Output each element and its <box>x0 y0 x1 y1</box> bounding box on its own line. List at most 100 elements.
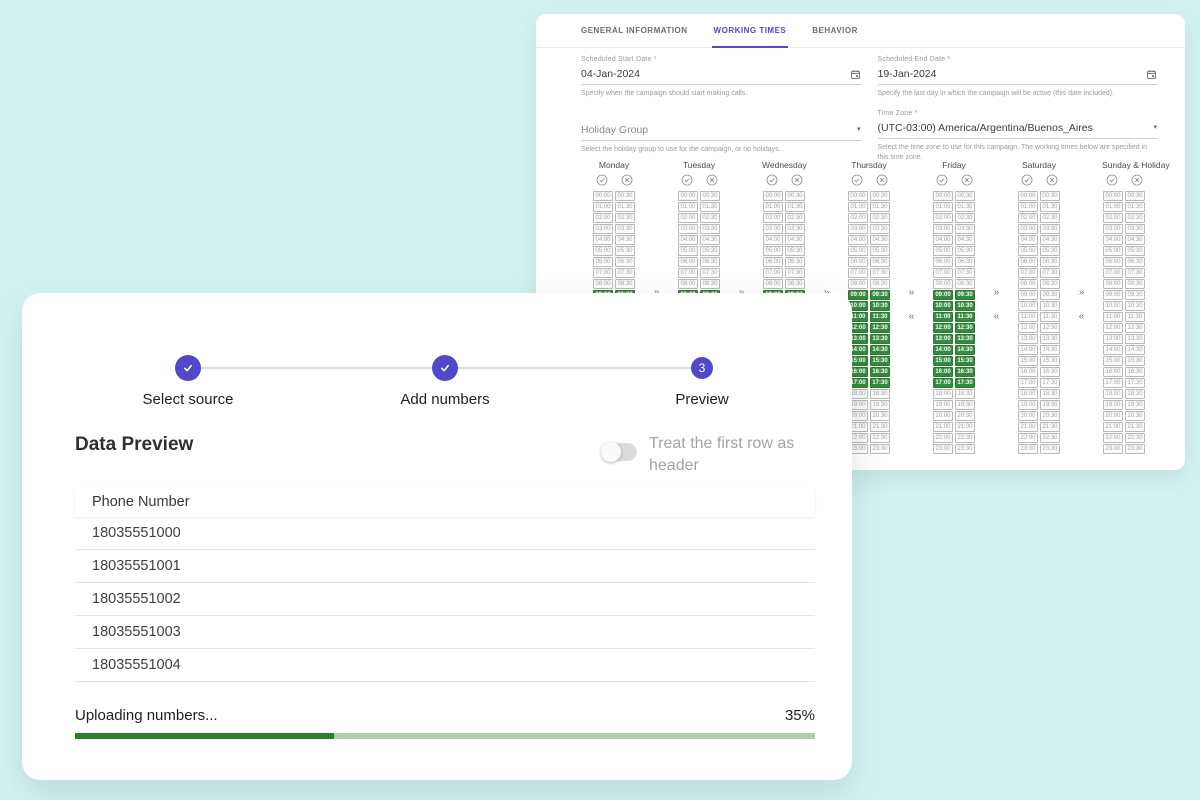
copy-to-next-day-icon[interactable]: » <box>994 288 1000 298</box>
time-slot[interactable]: 11:30 <box>955 312 975 322</box>
time-slot[interactable]: 17:30 <box>1040 378 1060 388</box>
time-slot[interactable]: 14:30 <box>955 345 975 355</box>
time-slot[interactable]: 02:00 <box>593 213 613 223</box>
time-slot[interactable]: 07:30 <box>785 268 805 278</box>
time-slot[interactable]: 14:00 <box>933 345 953 355</box>
time-slot[interactable]: 22:30 <box>1125 433 1145 443</box>
time-slot[interactable]: 17:30 <box>955 378 975 388</box>
time-slot[interactable]: 05:00 <box>763 246 783 256</box>
first-row-header-toggle[interactable] <box>603 443 637 461</box>
time-slot[interactable]: 22:30 <box>1040 433 1060 443</box>
time-slot[interactable]: 11:30 <box>1040 312 1060 322</box>
time-slot[interactable]: 02:30 <box>1125 213 1145 223</box>
clear-all-day-icon[interactable] <box>961 174 973 187</box>
time-slot[interactable]: 22:30 <box>955 433 975 443</box>
time-slot[interactable]: 00:30 <box>700 191 720 201</box>
time-slot[interactable]: 04:00 <box>1103 235 1123 245</box>
time-slot[interactable]: 10:30 <box>870 301 890 311</box>
time-slot[interactable]: 01:00 <box>593 202 613 212</box>
copy-to-previous-day-icon[interactable]: « <box>1079 312 1085 322</box>
time-slot[interactable]: 02:00 <box>1018 213 1038 223</box>
time-slot[interactable]: 06:00 <box>593 257 613 267</box>
time-slot[interactable]: 10:30 <box>1040 301 1060 311</box>
time-slot[interactable]: 06:00 <box>933 257 953 267</box>
time-slot[interactable]: 12:00 <box>1018 323 1038 333</box>
time-slot[interactable]: 21:00 <box>1018 422 1038 432</box>
select-all-day-icon[interactable] <box>596 174 608 187</box>
clear-all-day-icon[interactable] <box>1046 174 1058 187</box>
time-slot[interactable]: 03:00 <box>1018 224 1038 234</box>
time-slot[interactable]: 06:00 <box>1103 257 1123 267</box>
time-slot[interactable]: 03:30 <box>1125 224 1145 234</box>
time-slot[interactable]: 02:30 <box>615 213 635 223</box>
time-slot[interactable]: 10:00 <box>933 301 953 311</box>
time-slot[interactable]: 05:30 <box>700 246 720 256</box>
time-slot[interactable]: 04:00 <box>763 235 783 245</box>
time-slot[interactable]: 04:30 <box>870 235 890 245</box>
time-slot[interactable]: 01:00 <box>678 202 698 212</box>
time-slot[interactable]: 08:30 <box>1040 279 1060 289</box>
time-slot[interactable]: 05:00 <box>848 246 868 256</box>
clear-all-day-icon[interactable] <box>621 174 633 187</box>
time-slot[interactable]: 06:30 <box>615 257 635 267</box>
time-slot[interactable]: 05:00 <box>1018 246 1038 256</box>
time-slot[interactable]: 12:30 <box>1040 323 1060 333</box>
time-slot[interactable]: 22:30 <box>870 433 890 443</box>
time-slot[interactable]: 09:30 <box>1125 290 1145 300</box>
time-slot[interactable]: 11:00 <box>933 312 953 322</box>
time-slot[interactable]: 06:30 <box>955 257 975 267</box>
time-slot[interactable]: 13:00 <box>1018 334 1038 344</box>
time-slot[interactable]: 14:00 <box>1018 345 1038 355</box>
time-slot[interactable]: 15:30 <box>1040 356 1060 366</box>
time-slot[interactable]: 03:30 <box>1040 224 1060 234</box>
time-slot[interactable]: 15:00 <box>1103 356 1123 366</box>
time-slot[interactable]: 05:30 <box>955 246 975 256</box>
time-slot[interactable]: 19:00 <box>1018 400 1038 410</box>
select-all-day-icon[interactable] <box>1021 174 1033 187</box>
time-slot[interactable]: 18:30 <box>955 389 975 399</box>
time-slot[interactable]: 20:30 <box>1040 411 1060 421</box>
time-slot[interactable]: 01:30 <box>1040 202 1060 212</box>
time-slot[interactable]: 00:00 <box>678 191 698 201</box>
calendar-icon[interactable] <box>1146 69 1157 80</box>
time-slot[interactable]: 09:30 <box>955 290 975 300</box>
time-slot[interactable]: 05:00 <box>1103 246 1123 256</box>
time-slot[interactable]: 02:30 <box>870 213 890 223</box>
time-slot[interactable]: 06:30 <box>870 257 890 267</box>
time-slot[interactable]: 10:30 <box>955 301 975 311</box>
time-slot[interactable]: 19:30 <box>955 400 975 410</box>
time-slot[interactable]: 12:30 <box>955 323 975 333</box>
end-date-input[interactable]: 19-Jan-2024 <box>878 65 1158 85</box>
time-slot[interactable]: 03:00 <box>933 224 953 234</box>
tab-behavior[interactable]: BEHAVIOR <box>812 14 858 47</box>
time-slot[interactable]: 09:00 <box>1018 290 1038 300</box>
time-slot[interactable]: 19:30 <box>1040 400 1060 410</box>
time-slot[interactable]: 23:00 <box>1018 444 1038 454</box>
time-zone-select[interactable]: (UTC-03:00) America/Argentina/Buenos_Air… <box>878 119 1158 139</box>
holiday-group-select[interactable]: Holiday Group ▾ <box>581 121 861 141</box>
time-slot[interactable]: 21:00 <box>933 422 953 432</box>
time-slot[interactable]: 14:30 <box>1125 345 1145 355</box>
time-slot[interactable]: 16:30 <box>870 367 890 377</box>
time-slot[interactable]: 18:00 <box>1103 389 1123 399</box>
time-slot[interactable]: 01:30 <box>870 202 890 212</box>
time-slot[interactable]: 03:00 <box>1103 224 1123 234</box>
time-slot[interactable]: 03:00 <box>593 224 613 234</box>
time-slot[interactable]: 12:00 <box>933 323 953 333</box>
time-slot[interactable]: 12:30 <box>1125 323 1145 333</box>
time-slot[interactable]: 01:30 <box>1125 202 1145 212</box>
time-slot[interactable]: 00:30 <box>1040 191 1060 201</box>
time-slot[interactable]: 07:00 <box>763 268 783 278</box>
time-slot[interactable]: 04:00 <box>848 235 868 245</box>
time-slot[interactable]: 05:00 <box>593 246 613 256</box>
time-slot[interactable]: 02:30 <box>1040 213 1060 223</box>
time-slot[interactable]: 04:30 <box>1040 235 1060 245</box>
time-slot[interactable]: 18:30 <box>870 389 890 399</box>
time-slot[interactable]: 02:30 <box>785 213 805 223</box>
time-slot[interactable]: 17:00 <box>1103 378 1123 388</box>
time-slot[interactable]: 04:30 <box>955 235 975 245</box>
time-slot[interactable]: 12:00 <box>1103 323 1123 333</box>
time-slot[interactable]: 07:30 <box>615 268 635 278</box>
start-date-input[interactable]: 04-Jan-2024 <box>581 65 861 85</box>
time-slot[interactable]: 06:00 <box>1018 257 1038 267</box>
